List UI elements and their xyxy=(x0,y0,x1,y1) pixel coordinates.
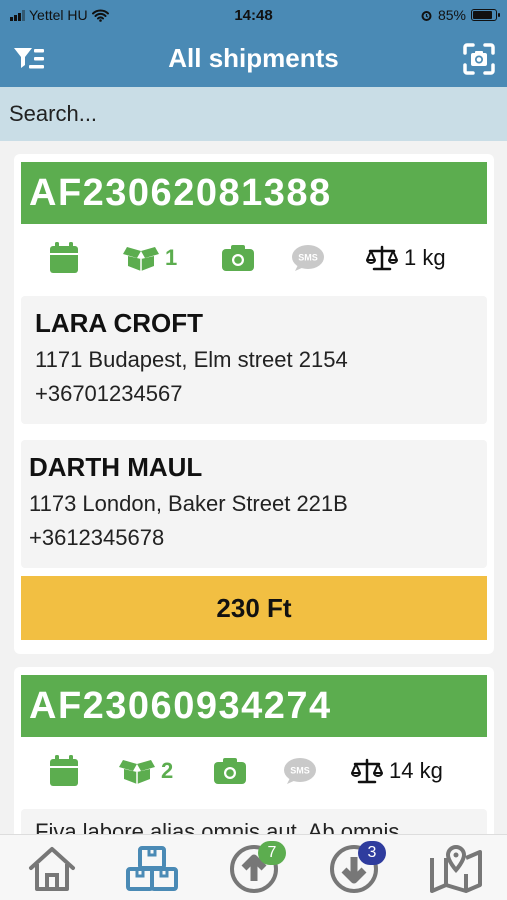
sender-address: 1171 Budapest, Elm street 2154 xyxy=(35,347,348,372)
search-bar xyxy=(0,87,507,141)
app-header: All shipments xyxy=(0,30,507,87)
shipment-info-row: 1 SMS 1 kg xyxy=(21,224,487,292)
battery-icon xyxy=(471,9,500,21)
battery-percent: 85% xyxy=(437,7,466,23)
packages-icon xyxy=(119,760,155,784)
tab-download[interactable]: 3 xyxy=(326,841,386,895)
tab-upload[interactable]: 7 xyxy=(226,841,286,895)
tab-shipments[interactable] xyxy=(124,843,180,895)
wifi-icon xyxy=(91,9,109,22)
svg-text:SMS: SMS xyxy=(298,253,318,263)
map-icon xyxy=(430,844,482,893)
scale-icon xyxy=(351,758,383,784)
shipment-code: AF23060934274 xyxy=(21,675,487,737)
filter-list-icon[interactable] xyxy=(12,42,46,76)
price-bar: 230 Ft xyxy=(21,576,487,640)
shipment-weight: 1 kg xyxy=(404,245,446,270)
bottom-tab-bar: 7 3 xyxy=(0,834,507,900)
package-count: 2 xyxy=(161,758,174,783)
shipment-card[interactable]: AF23060934274 2 SMS 14 kg Fiva labore al… xyxy=(14,667,494,869)
shipment-card[interactable]: AF23062081388 1 SMS 1 kg LARA CROFT 1171… xyxy=(14,154,494,654)
alarm-icon xyxy=(421,10,432,21)
recipient-name: DARTH MAUL xyxy=(29,452,203,482)
download-badge: 3 xyxy=(358,841,386,865)
scale-icon xyxy=(366,245,398,271)
svg-text:SMS: SMS xyxy=(290,766,310,776)
scan-icon[interactable] xyxy=(462,42,496,76)
sms-icon[interactable]: SMS xyxy=(283,757,317,785)
status-bar: Yettel HU 14:48 85% xyxy=(0,0,507,30)
package-count: 1 xyxy=(165,245,178,270)
camera-icon[interactable] xyxy=(221,244,255,272)
shipment-info-row: 2 SMS 14 kg xyxy=(21,737,487,805)
carrier-name: Yettel HU xyxy=(29,7,88,23)
sender-phone[interactable]: +36701234567 xyxy=(35,381,473,407)
signal-icon xyxy=(10,9,25,21)
tab-home[interactable] xyxy=(24,843,80,895)
recipient-block[interactable]: DARTH MAUL 1173 London, Baker Street 221… xyxy=(21,440,487,568)
packages-icon xyxy=(123,247,159,271)
sms-icon[interactable]: SMS xyxy=(291,244,325,272)
sender-name: LARA CROFT xyxy=(35,308,204,338)
recipient-address: 1173 London, Baker Street 221B xyxy=(29,491,348,516)
camera-icon[interactable] xyxy=(213,757,247,785)
sender-block[interactable]: LARA CROFT 1171 Budapest, Elm street 215… xyxy=(21,296,487,424)
status-time: 14:48 xyxy=(234,6,273,24)
calendar-icon[interactable] xyxy=(49,242,79,274)
boxes-icon xyxy=(126,846,178,891)
search-input[interactable] xyxy=(9,101,498,127)
shipment-weight: 14 kg xyxy=(389,758,443,783)
tab-map[interactable] xyxy=(428,843,484,895)
shipment-code: AF23062081388 xyxy=(21,162,487,224)
recipient-phone[interactable]: +3612345678 xyxy=(29,525,473,551)
calendar-icon[interactable] xyxy=(49,755,79,787)
page-title: All shipments xyxy=(168,43,339,73)
upload-badge: 7 xyxy=(258,841,286,865)
home-icon xyxy=(29,847,75,891)
